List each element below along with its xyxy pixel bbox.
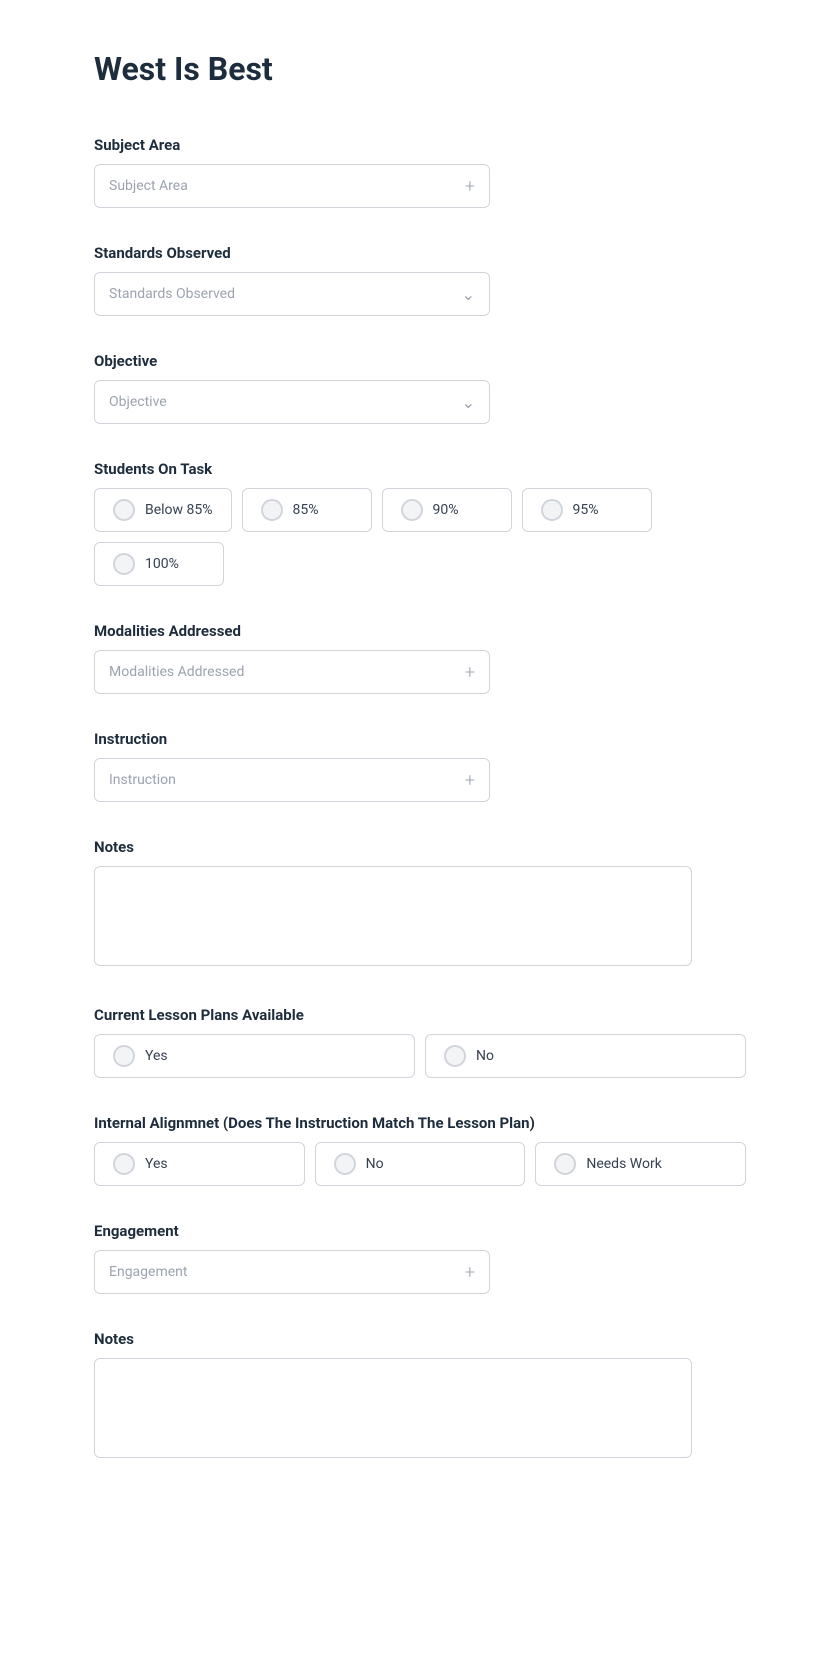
radio-circle-alignment-yes xyxy=(113,1153,135,1175)
subject-area-label: Subject Area xyxy=(94,136,746,154)
subject-area-placeholder: Subject Area xyxy=(109,178,188,194)
radio-alignment-no[interactable]: No xyxy=(315,1142,526,1186)
radio-100[interactable]: 100% xyxy=(94,542,224,586)
radio-label-90: 90% xyxy=(433,502,459,518)
radio-circle-alignment-no xyxy=(334,1153,356,1175)
radio-label-100: 100% xyxy=(145,556,179,572)
radio-label-lesson-yes: Yes xyxy=(145,1048,168,1064)
lesson-plans-section: Current Lesson Plans Available Yes No xyxy=(94,1006,746,1078)
radio-circle-lesson-no xyxy=(444,1045,466,1067)
objective-section: Objective Objective ⌄ xyxy=(94,352,746,424)
standards-chevron-icon: ⌄ xyxy=(462,285,475,304)
internal-alignment-section: Internal Alignmnet (Does The Instruction… xyxy=(94,1114,746,1186)
subject-area-dropdown[interactable]: Subject Area + xyxy=(94,164,490,208)
engagement-section: Engagement Engagement + xyxy=(94,1222,746,1294)
radio-lesson-no[interactable]: No xyxy=(425,1034,746,1078)
objective-chevron-icon: ⌄ xyxy=(462,393,475,412)
students-on-task-group: Below 85% 85% 90% 95% 100% xyxy=(94,488,746,586)
standards-observed-section: Standards Observed Standards Observed ⌄ xyxy=(94,244,746,316)
radio-label-alignment-needs-work: Needs Work xyxy=(586,1156,661,1172)
objective-placeholder: Objective xyxy=(109,394,167,410)
radio-circle-alignment-needs-work xyxy=(554,1153,576,1175)
students-on-task-section: Students On Task Below 85% 85% 90% 95% 1… xyxy=(94,460,746,586)
radio-85[interactable]: 85% xyxy=(242,488,372,532)
radio-below-85[interactable]: Below 85% xyxy=(94,488,232,532)
instruction-dropdown[interactable]: Instruction + xyxy=(94,758,490,802)
students-on-task-label: Students On Task xyxy=(94,460,746,478)
radio-label-95: 95% xyxy=(573,502,599,518)
engagement-placeholder: Engagement xyxy=(109,1264,187,1280)
radio-lesson-yes[interactable]: Yes xyxy=(94,1034,415,1078)
notes-1-textarea[interactable] xyxy=(94,866,692,966)
notes-2-textarea[interactable] xyxy=(94,1358,692,1458)
instruction-section: Instruction Instruction + xyxy=(94,730,746,802)
radio-circle-95 xyxy=(541,499,563,521)
radio-label-85: 85% xyxy=(293,502,319,518)
standards-observed-label: Standards Observed xyxy=(94,244,746,262)
radio-label-lesson-no: No xyxy=(476,1048,494,1064)
instruction-placeholder: Instruction xyxy=(109,772,176,788)
engagement-add-icon: + xyxy=(465,1262,475,1283)
radio-90[interactable]: 90% xyxy=(382,488,512,532)
modalities-addressed-placeholder: Modalities Addressed xyxy=(109,664,244,680)
lesson-plans-label: Current Lesson Plans Available xyxy=(94,1006,746,1024)
notes-2-section: Notes xyxy=(94,1330,746,1462)
modalities-addressed-dropdown[interactable]: Modalities Addressed + xyxy=(94,650,490,694)
radio-circle-lesson-yes xyxy=(113,1045,135,1067)
instruction-add-icon: + xyxy=(465,770,475,791)
radio-circle-below-85 xyxy=(113,499,135,521)
modalities-addressed-label: Modalities Addressed xyxy=(94,622,746,640)
subject-area-add-icon: + xyxy=(465,176,475,197)
engagement-label: Engagement xyxy=(94,1222,746,1240)
objective-label: Objective xyxy=(94,352,746,370)
engagement-dropdown[interactable]: Engagement + xyxy=(94,1250,490,1294)
page-title: West Is Best xyxy=(94,50,746,88)
radio-label-below-85: Below 85% xyxy=(145,502,213,518)
radio-circle-85 xyxy=(261,499,283,521)
subject-area-section: Subject Area Subject Area + xyxy=(94,136,746,208)
standards-observed-placeholder: Standards Observed xyxy=(109,286,235,302)
standards-observed-dropdown[interactable]: Standards Observed ⌄ xyxy=(94,272,490,316)
radio-alignment-needs-work[interactable]: Needs Work xyxy=(535,1142,746,1186)
radio-label-alignment-no: No xyxy=(366,1156,384,1172)
radio-95[interactable]: 95% xyxy=(522,488,652,532)
radio-circle-90 xyxy=(401,499,423,521)
modalities-add-icon: + xyxy=(465,662,475,683)
notes-1-label: Notes xyxy=(94,838,746,856)
notes-2-label: Notes xyxy=(94,1330,746,1348)
radio-circle-100 xyxy=(113,553,135,575)
alignment-group: Yes No Needs Work xyxy=(94,1142,746,1186)
internal-alignment-label: Internal Alignmnet (Does The Instruction… xyxy=(94,1114,746,1132)
modalities-addressed-section: Modalities Addressed Modalities Addresse… xyxy=(94,622,746,694)
objective-dropdown[interactable]: Objective ⌄ xyxy=(94,380,490,424)
radio-label-alignment-yes: Yes xyxy=(145,1156,168,1172)
notes-1-section: Notes xyxy=(94,838,746,970)
lesson-plans-group: Yes No xyxy=(94,1034,746,1078)
instruction-label: Instruction xyxy=(94,730,746,748)
radio-alignment-yes[interactable]: Yes xyxy=(94,1142,305,1186)
